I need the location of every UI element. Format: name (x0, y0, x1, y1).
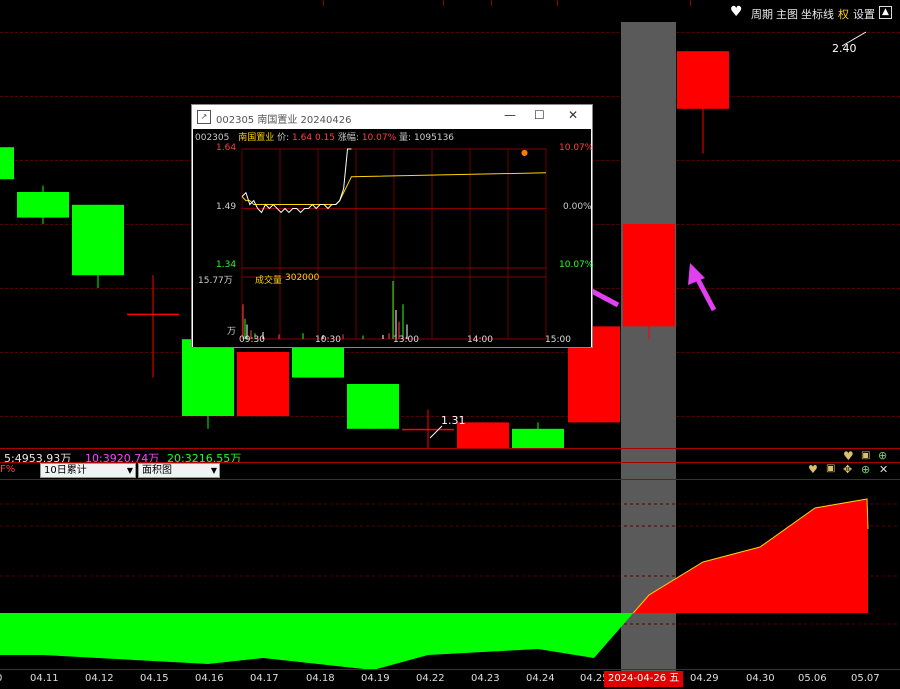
low-price-label: 1.31 (441, 414, 466, 427)
price-line (241, 148, 352, 214)
low-pointer (429, 425, 443, 439)
popup-title-bar[interactable]: ↗ 002305 南国置业 20240426 — ☐ ✕ (192, 105, 592, 129)
date-label: 05.06 (798, 673, 827, 684)
time-label: 14:00 (467, 335, 493, 345)
vol-max-label: 15.77万 (198, 276, 233, 286)
ma-separator (0, 448, 900, 449)
date-label: 04.23 (471, 673, 500, 684)
vol-title: 成交量 (255, 276, 283, 286)
time-label: 09:30 (239, 335, 265, 345)
limit-up-icon: ● (521, 148, 528, 157)
y-mid-label: 1.49 (216, 202, 237, 212)
accumulate-mode-value: 10日累计 (44, 465, 87, 476)
date-label: 04.30 (746, 673, 775, 684)
chart-style-value: 面积图 (142, 465, 172, 476)
sub-tool-icon[interactable]: ✥ (843, 463, 852, 476)
date-label: 0 (0, 673, 2, 684)
date-label: 04.19 (361, 673, 390, 684)
chevron-down-icon: ▼ (126, 466, 133, 475)
indicator-negative-area (0, 613, 634, 670)
y-low-label: 1.34 (216, 260, 237, 270)
date-label: 04.18 (306, 673, 335, 684)
time-label: 13:00 (393, 335, 419, 345)
selected-date-label: 2024-04-26 五 (604, 671, 684, 687)
sub-heart-icon[interactable]: ♥ (808, 463, 818, 476)
date-axis: 04.11 04.12 04.15 04.16 04.17 04.18 04.19 04.22… (0, 670, 900, 689)
time-label: 10:30 (315, 335, 341, 345)
date-label: 04.29 (690, 673, 719, 684)
indicator-positive-area (633, 499, 868, 613)
indicator-area-chart (0, 498, 900, 670)
chevron-down-icon: ▼ (210, 466, 217, 475)
date-label: 04.12 (85, 673, 114, 684)
pct-high-label: 10.07% (559, 143, 594, 153)
chart-app-icon: ↗ (197, 110, 211, 124)
close-icon[interactable]: ✕ (568, 108, 578, 122)
intraday-popup-window[interactable]: ↗ 002305 南国置业 20240426 — ☐ ✕ 002305 南国置业… (191, 104, 593, 348)
popup-body: 002305 南国置业 价: 1.64 0.15 涨幅: 10.07% 量: 1… (193, 129, 594, 347)
maximize-icon[interactable]: ☐ (534, 108, 545, 122)
time-label: 15:00 (545, 335, 571, 345)
vol-unit-label: 万 (227, 327, 237, 337)
date-label: 04.17 (250, 673, 279, 684)
sub-close-icon[interactable]: ✕ (879, 463, 888, 476)
vol-title-value: 302000 (285, 273, 320, 283)
sub-tag: F% (0, 464, 16, 475)
date-label: 05.07 (851, 673, 880, 684)
accumulate-mode-dropdown[interactable]: 10日累计 ▼ (40, 463, 136, 478)
date-label: 04.24 (526, 673, 555, 684)
chart-style-dropdown[interactable]: 面积图 ▼ (138, 463, 220, 478)
minimize-icon[interactable]: — (504, 108, 516, 122)
intraday-chart (241, 148, 547, 340)
date-label: 04.22 (416, 673, 445, 684)
sub-window-icon[interactable]: ▣ (826, 463, 835, 474)
sub-zoom-icon[interactable]: ⊕ (861, 463, 870, 476)
date-label: 04.16 (195, 673, 224, 684)
pct-mid-label: 0.00% (563, 202, 592, 212)
y-high-label: 1.64 (216, 143, 237, 153)
popup-title: 002305 南国置业 20240426 (216, 115, 352, 126)
main-zoom-icon[interactable]: ⊕ (878, 449, 887, 462)
pct-low-label: 10.07% (559, 260, 594, 270)
time-axis: 09:30 10:30 13:00 14:00 15:00 (193, 335, 591, 347)
main-heart-icon[interactable]: ♥ (843, 449, 854, 463)
date-label: 04.11 (30, 673, 59, 684)
main-window-icon[interactable]: ▣ (861, 450, 870, 461)
date-label: 04.15 (140, 673, 169, 684)
high-price-label: 2.40 (832, 42, 857, 55)
